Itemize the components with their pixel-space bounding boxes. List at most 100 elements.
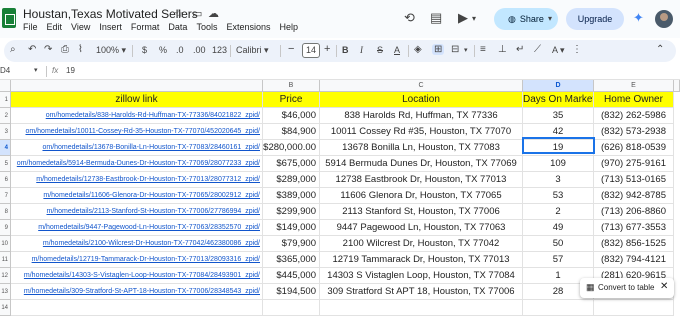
cell-location[interactable]: 14303 S Vistaglen Loop, Houston, TX 7708… <box>320 268 523 284</box>
cell-owner[interactable]: (713) 677-3553 <box>594 220 674 236</box>
cell-price[interactable]: $149,000 <box>263 220 320 236</box>
cell-link[interactable]: m/homedetails/2100-Wilcrest-Dr-Houston-T… <box>11 236 263 252</box>
row-header[interactable]: 3 <box>0 124 11 140</box>
header-cell-link[interactable]: zillow link <box>11 92 263 108</box>
gemini-icon[interactable]: ✦ <box>633 10 644 26</box>
font-size-decrease-button[interactable]: − <box>288 43 294 55</box>
font-size-increase-button[interactable]: + <box>324 43 330 55</box>
collapse-menus-icon[interactable]: ⌃ <box>656 44 664 55</box>
decrease-decimal-button[interactable]: .0 <box>176 45 184 55</box>
row-header[interactable]: 11 <box>0 252 11 268</box>
menu-tools[interactable]: Tools <box>196 22 217 32</box>
column-header-b[interactable]: B <box>263 80 320 92</box>
row-header[interactable]: 1 <box>0 92 11 108</box>
cell-location[interactable]: 11606 Glenora Dr, Houston, TX 77065 <box>320 188 523 204</box>
cell-price[interactable]: $194,500 <box>263 284 320 300</box>
cell-link[interactable]: om/homedetails/5914-Bermuda-Dunes-Dr-Hou… <box>11 156 263 172</box>
cell-price[interactable]: $46,000 <box>263 108 320 124</box>
cell-price[interactable]: $79,900 <box>263 236 320 252</box>
row-header[interactable]: 7 <box>0 188 11 204</box>
cell-link[interactable] <box>11 300 263 316</box>
row-header[interactable]: 9 <box>0 220 11 236</box>
row-header[interactable]: 14 <box>0 300 11 316</box>
meet-icon[interactable]: ▶ <box>458 10 468 26</box>
merge-dropdown-icon[interactable]: ▾ <box>464 46 468 54</box>
search-menus-icon[interactable]: ⌕ <box>10 44 16 55</box>
cell-price[interactable]: $445,000 <box>263 268 320 284</box>
comments-icon[interactable]: ▤ <box>430 10 442 26</box>
more-tools-icon[interactable]: ⋮ <box>572 44 582 55</box>
cell-price[interactable]: $299,900 <box>263 204 320 220</box>
vertical-align-icon[interactable]: ⊥ <box>498 44 507 55</box>
cell-owner[interactable]: (713) 513-0165 <box>594 172 674 188</box>
cell-days[interactable]: 3 <box>523 172 594 188</box>
cell-location[interactable]: 12738 Eastbrook Dr, Houston, TX 77013 <box>320 172 523 188</box>
name-box-dropdown-icon[interactable]: ▾ <box>34 66 38 74</box>
paint-format-icon[interactable]: ⌇ <box>78 44 83 55</box>
formula-input[interactable]: 19 <box>66 66 75 75</box>
cell-location[interactable]: 5914 Bermuda Dunes Dr, Houston, TX 77069 <box>320 156 523 172</box>
cell-link[interactable]: om/homedetails/13678-Bonilla-Ln-Houston-… <box>11 140 263 156</box>
italic-button[interactable]: I <box>360 45 363 55</box>
format-currency-button[interactable]: $ <box>142 45 147 55</box>
cell-days[interactable]: 35 <box>523 108 594 124</box>
redo-icon[interactable]: ↷ <box>44 44 52 55</box>
convert-to-table-button[interactable]: ▦ Convert to table ✕ <box>580 278 674 298</box>
row-header[interactable]: 4 <box>0 140 11 156</box>
merge-cells-icon[interactable]: ⊟ <box>451 44 459 55</box>
header-cell-price[interactable]: Price <box>263 92 320 108</box>
cell-link[interactable]: m/homedetails/12738-Eastbrook-Dr-Houston… <box>11 172 263 188</box>
menu-view[interactable]: View <box>71 22 90 32</box>
header-cell-location[interactable]: Location <box>320 92 523 108</box>
cell-location[interactable]: 2113 Stanford St, Houston, TX 77006 <box>320 204 523 220</box>
column-header-e[interactable]: E <box>594 80 674 92</box>
text-wrapping-icon[interactable]: ↵ <box>516 44 524 55</box>
cloud-status-icon[interactable]: ☁ <box>208 7 219 20</box>
cell-location[interactable]: 2100 Wilcrest Dr, Houston, TX 77042 <box>320 236 523 252</box>
cell-owner[interactable]: (626) 818-0539 <box>594 140 674 156</box>
horizontal-align-icon[interactable]: ≡ <box>480 44 486 55</box>
cell-days[interactable]: 109 <box>523 156 594 172</box>
cell-owner[interactable]: (832) 856-1525 <box>594 236 674 252</box>
column-header-c[interactable]: C <box>320 80 523 92</box>
menu-extensions[interactable]: Extensions <box>226 22 270 32</box>
menu-data[interactable]: Data <box>168 22 187 32</box>
column-header-f[interactable] <box>674 80 680 92</box>
more-options-icon[interactable]: A ▾ <box>552 45 565 56</box>
cell-location[interactable]: 10011 Cossey Rd #35, Houston, TX 77070 <box>320 124 523 140</box>
fill-color-icon[interactable]: ◈ <box>414 44 422 55</box>
menu-help[interactable]: Help <box>279 22 298 32</box>
cell-days[interactable]: 53 <box>523 188 594 204</box>
cell-days[interactable]: 50 <box>523 236 594 252</box>
row-header[interactable]: 5 <box>0 156 11 172</box>
upgrade-button[interactable]: Upgrade <box>566 8 624 30</box>
cell-location[interactable]: 12719 Tammarack Dr, Houston, TX 77013 <box>320 252 523 268</box>
cell-owner[interactable]: (970) 275-9161 <box>594 156 674 172</box>
increase-decimal-button[interactable]: .00 <box>193 45 206 55</box>
row-header[interactable]: 13 <box>0 284 11 300</box>
cell-location[interactable]: 13678 Bonilla Ln, Houston, TX 77083 <box>320 140 523 156</box>
cell-location[interactable]: 838 Harolds Rd, Huffman, TX 77336 <box>320 108 523 124</box>
sheets-logo-icon[interactable] <box>2 8 16 28</box>
cell-owner[interactable]: (832) 942-8785 <box>594 188 674 204</box>
row-header[interactable]: 8 <box>0 204 11 220</box>
close-icon[interactable]: ✕ <box>660 281 668 292</box>
strikethrough-button[interactable]: S <box>377 45 383 55</box>
bold-button[interactable]: B <box>342 45 349 55</box>
row-header[interactable]: 10 <box>0 236 11 252</box>
meet-chevron-icon[interactable]: ▾ <box>472 14 476 23</box>
borders-icon[interactable]: ⊞ <box>432 44 445 55</box>
cell-owner[interactable]: (832) 573-2938 <box>594 124 674 140</box>
history-icon[interactable]: ⟲ <box>404 10 415 26</box>
cell-location[interactable] <box>320 300 523 316</box>
more-formats-button[interactable]: 123 <box>212 45 227 55</box>
undo-icon[interactable]: ↶ <box>28 44 36 55</box>
move-folder-icon[interactable]: ▭ <box>192 7 202 20</box>
spreadsheet-grid[interactable]: B C D E 1 zillow link Price Location Days On… <box>0 80 680 316</box>
select-all-corner[interactable] <box>0 80 11 92</box>
cell-link[interactable]: om/homedetails/10011-Cossey-Rd-35-Housto… <box>11 124 263 140</box>
column-header-a[interactable] <box>11 80 263 92</box>
document-title[interactable]: Houstan,Texas Motivated Sellers <box>23 7 198 21</box>
font-select[interactable]: Calibri ▾ <box>236 45 269 56</box>
cell-days[interactable]: 57 <box>523 252 594 268</box>
